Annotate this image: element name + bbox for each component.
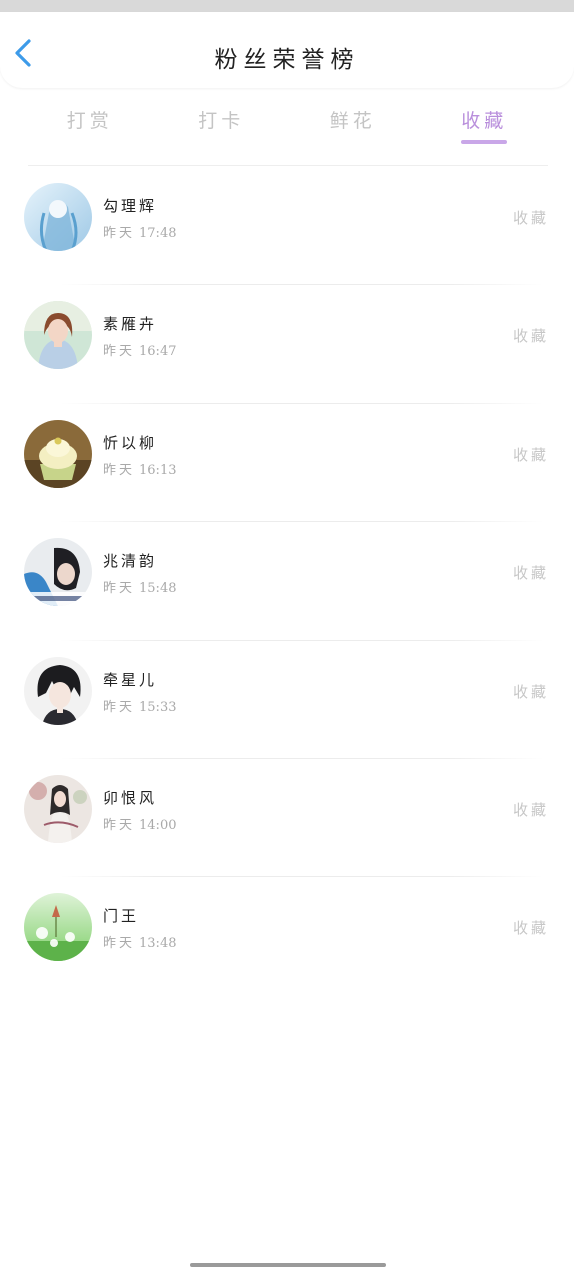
tab-favorites[interactable]: 收藏 xyxy=(419,100,551,150)
fan-name: 门王 xyxy=(103,907,140,926)
fan-timestamp: 昨天 16:47 xyxy=(103,344,177,360)
fan-name: 牵星儿 xyxy=(103,670,158,689)
header: 粉丝荣誉榜 xyxy=(0,12,574,88)
favorite-label: 收藏 xyxy=(512,209,549,227)
avatar[interactable] xyxy=(24,774,92,843)
list-item[interactable]: 忻以柳 昨天 16:13 收藏 xyxy=(0,404,574,523)
list-item[interactable]: 素雁卉 昨天 16:47 收藏 xyxy=(0,285,574,404)
avatar[interactable] xyxy=(24,656,92,725)
avatar[interactable] xyxy=(24,183,92,251)
favorite-label: 收藏 xyxy=(512,800,549,819)
tab-bar: 打赏 打卡 鲜花 收藏 xyxy=(24,100,550,150)
home-indicator[interactable] xyxy=(190,1263,386,1267)
avatar[interactable] xyxy=(24,893,92,962)
fan-timestamp: 昨天 13:48 xyxy=(103,936,177,952)
favorite-label: 收藏 xyxy=(512,327,549,346)
fan-timestamp: 昨天 15:48 xyxy=(103,581,177,597)
fan-timestamp: 昨天 17:48 xyxy=(103,226,177,241)
list-item[interactable]: 勾理辉 昨天 17:48 收藏 xyxy=(0,167,574,286)
favorite-label: 收藏 xyxy=(512,445,549,464)
favorite-label: 收藏 xyxy=(512,564,549,583)
fan-name: 兆清韵 xyxy=(103,552,158,571)
fan-list: 勾理辉 昨天 17:48 收藏 素雁卉 昨天 16:47 收藏 忻以柳 昨天 1… xyxy=(0,167,574,996)
list-item[interactable]: 兆清韵 昨天 15:48 收藏 xyxy=(0,522,574,641)
fan-timestamp: 昨天 16:13 xyxy=(103,462,177,478)
page-title: 粉丝荣誉榜 xyxy=(214,47,360,73)
tab-flowers[interactable]: 鲜花 xyxy=(287,100,419,150)
favorite-label: 收藏 xyxy=(512,919,549,938)
list-item[interactable]: 卯恨风 昨天 14:00 收藏 xyxy=(0,759,574,878)
status-bar xyxy=(0,0,574,12)
fan-name: 卯恨风 xyxy=(103,788,158,807)
fan-name: 忻以柳 xyxy=(103,433,158,452)
tab-tips[interactable]: 打赏 xyxy=(24,100,156,150)
fan-timestamp: 昨天 14:00 xyxy=(103,817,177,833)
list-item[interactable]: 牵星儿 昨天 15:33 收藏 xyxy=(0,641,574,759)
tab-checkin[interactable]: 打卡 xyxy=(156,100,288,150)
avatar[interactable] xyxy=(24,419,92,488)
list-item[interactable]: 门王 昨天 13:48 收藏 xyxy=(0,877,574,995)
fan-timestamp: 昨天 15:33 xyxy=(103,699,177,715)
fan-name: 素雁卉 xyxy=(103,315,158,334)
divider xyxy=(28,165,548,166)
avatar[interactable] xyxy=(24,538,92,607)
favorite-label: 收藏 xyxy=(512,682,549,701)
avatar[interactable] xyxy=(24,301,92,370)
fan-name: 勾理辉 xyxy=(103,197,158,215)
